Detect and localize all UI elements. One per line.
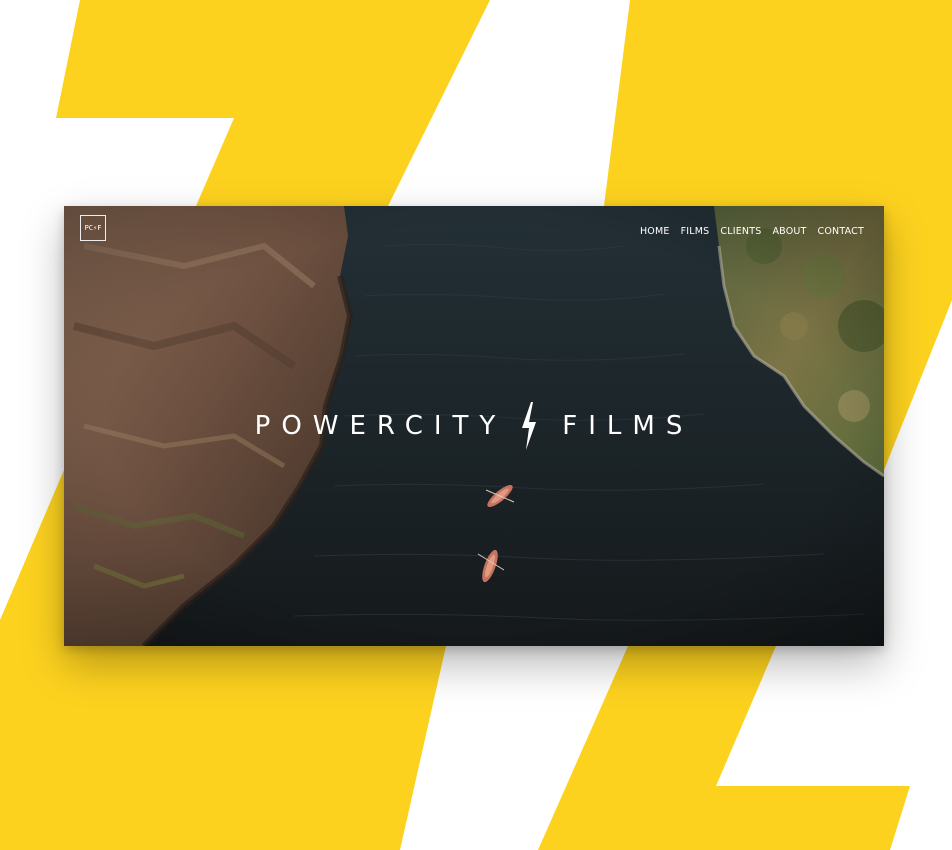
hero-title: POWERCITY FILMS <box>64 402 884 450</box>
nav-item-films[interactable]: FILMS <box>681 226 710 237</box>
nav-item-clients[interactable]: CLIENTS <box>720 226 761 237</box>
nav-item-home[interactable]: HOME <box>640 226 670 237</box>
site-logo[interactable]: PC⚡F <box>80 215 106 241</box>
lightning-bolt-icon <box>522 402 537 450</box>
yellow-shape-bottom-left <box>0 646 446 850</box>
showcase-stage: PC⚡F HOME FILMS CLIENTS ABOUT CONTACT PO… <box>0 0 952 850</box>
main-navigation: HOME FILMS CLIENTS ABOUT CONTACT <box>640 226 864 237</box>
yellow-shape-top-right <box>604 0 952 206</box>
nav-item-about[interactable]: ABOUT <box>772 226 806 237</box>
yellow-shape-left-strip <box>0 470 64 646</box>
hero-title-right: FILMS <box>562 411 694 441</box>
hero-title-left: POWERCITY <box>254 411 507 441</box>
yellow-shape-bottom-right <box>538 646 910 850</box>
website-hero-frame: PC⚡F HOME FILMS CLIENTS ABOUT CONTACT PO… <box>64 206 884 646</box>
yellow-shape-top-left <box>56 0 490 206</box>
nav-item-contact[interactable]: CONTACT <box>818 226 864 237</box>
yellow-shape-right-strip <box>884 206 952 470</box>
